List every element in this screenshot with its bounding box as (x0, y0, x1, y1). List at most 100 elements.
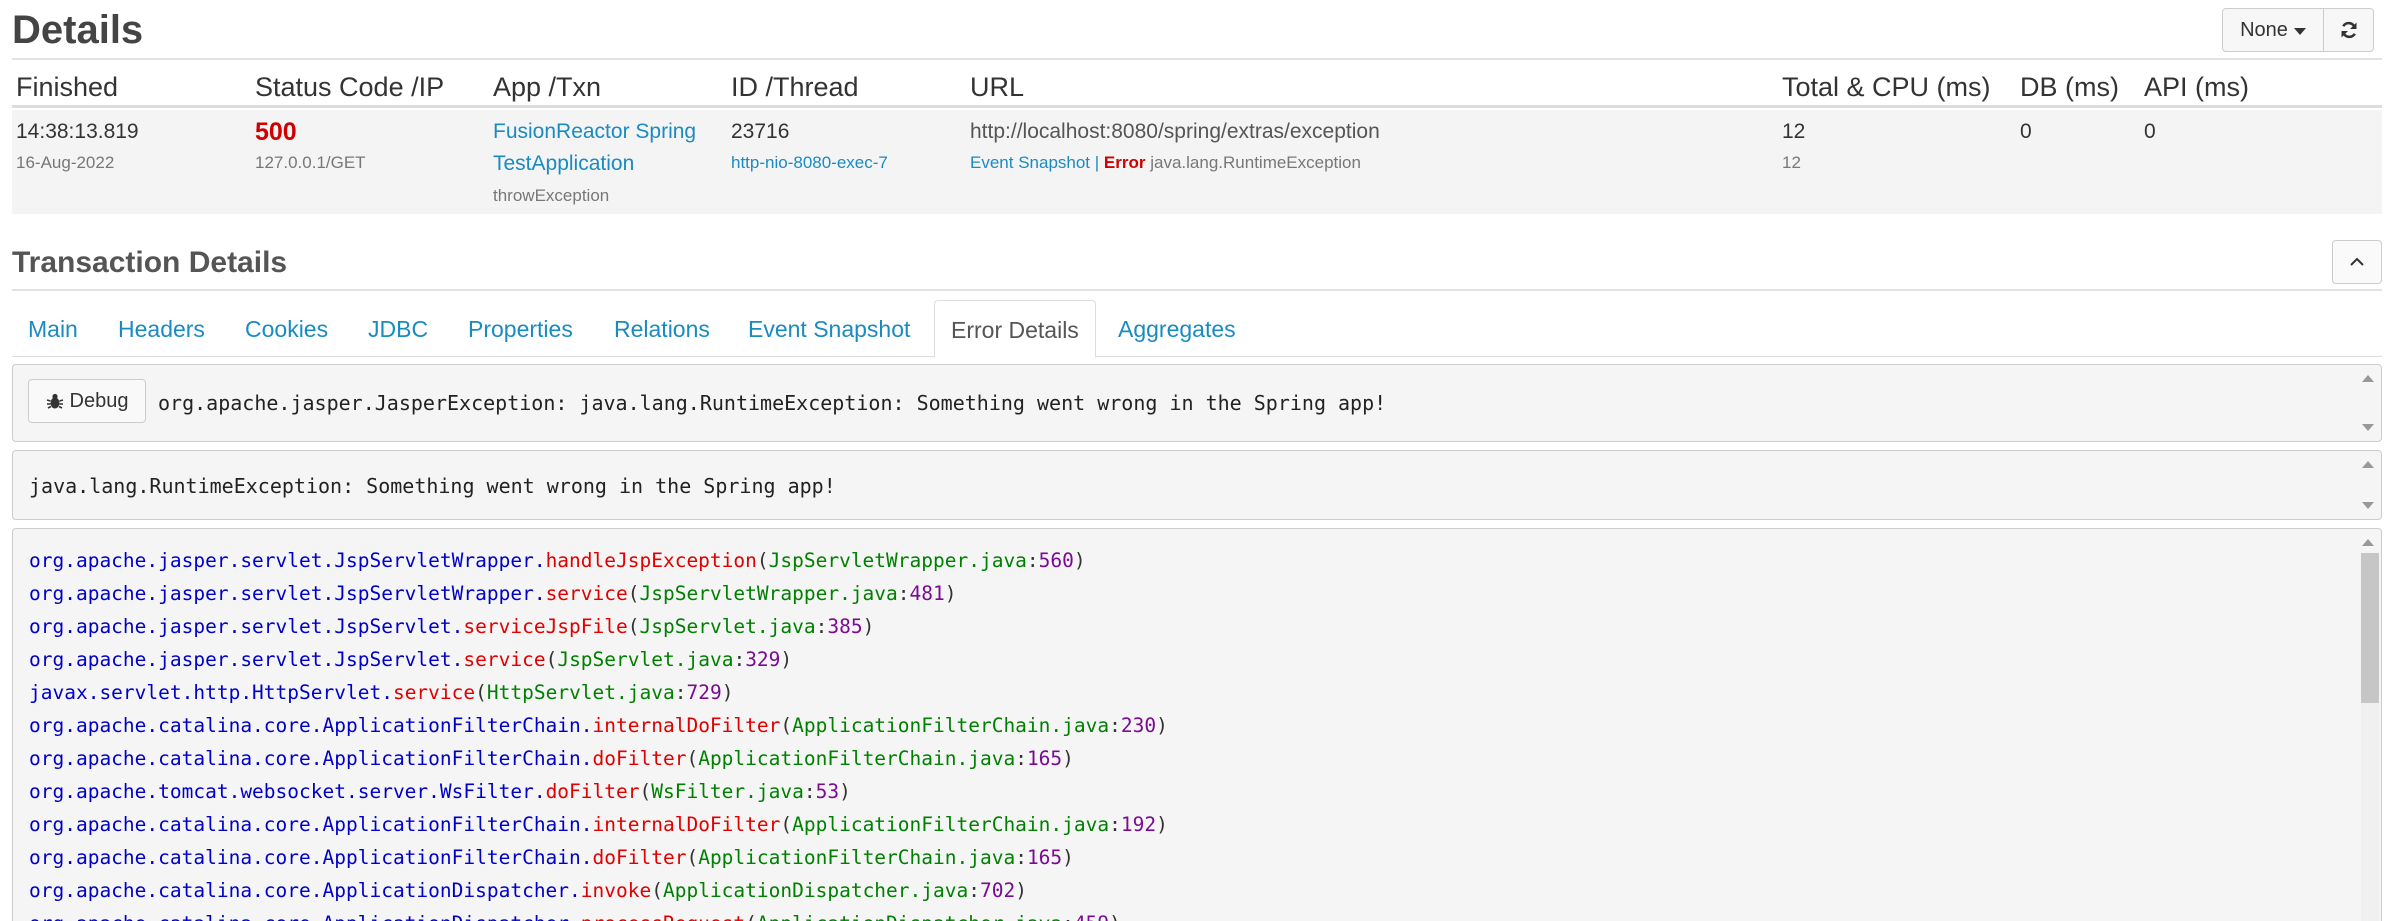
trace-line-number: 459 (1074, 912, 1109, 921)
trace-file: JspServletWrapper.java (768, 549, 1027, 572)
trace-file: ApplicationDispatcher.java (757, 912, 1062, 921)
trace-class: org.apache.catalina.core.ApplicationFilt… (29, 714, 593, 737)
scrollbar-thumb[interactable] (2361, 553, 2379, 703)
trace-class: org.apache.catalina.core.ApplicationFilt… (29, 813, 593, 836)
trace-class: org.apache.jasper.servlet.JspServlet. (29, 615, 464, 638)
trace-line-number: 53 (815, 780, 840, 803)
trace-line-number: 329 (745, 648, 781, 671)
finished-time: 14:38:13.819 (16, 120, 139, 143)
debug-button[interactable]: Debug (28, 379, 146, 423)
trace-paren-close: ) (780, 648, 793, 671)
tab-aggregates[interactable]: Aggregates (1102, 300, 1252, 357)
trace-class: org.apache.catalina.core.ApplicationDisp… (29, 912, 581, 921)
tab-jdbc[interactable]: JDBC (352, 300, 444, 357)
error-class: java.lang.RuntimeException (1150, 153, 1361, 172)
trace-line-number: 165 (1026, 846, 1063, 869)
event-snapshot-link[interactable]: Event Snapshot (970, 153, 1090, 172)
scroll-up-icon[interactable] (2362, 375, 2374, 382)
scroll-up-icon[interactable] (2362, 539, 2374, 546)
trace-class: org.apache.jasper.servlet.JspServlet. (29, 648, 464, 671)
trace-paren-close: ) (721, 681, 734, 704)
trace-class: org.apache.catalina.core.ApplicationFilt… (29, 846, 593, 869)
header-button-group: None (2222, 8, 2374, 52)
tab-cookies[interactable]: Cookies (229, 300, 344, 357)
trace-method: internalDoFilter (592, 813, 781, 836)
trace-colon: : (815, 615, 828, 638)
collapse-button[interactable] (2332, 240, 2382, 284)
trace-file: ApplicationFilterChain.java (792, 714, 1110, 737)
trace-class: org.apache.catalina.core.ApplicationDisp… (29, 879, 581, 902)
col-api: API (ms) (2144, 72, 2249, 102)
trace-paren-close: ) (1015, 879, 1027, 902)
stack-trace-line: org.apache.catalina.core.ApplicationDisp… (29, 907, 1168, 921)
total-ms: 12 (1782, 120, 1806, 143)
url-subline: Event Snapshot | Error java.lang.Runtime… (970, 153, 1361, 173)
trace-paren-close: ) (862, 615, 875, 638)
col-total-cpu: Total & CPU (ms) (1782, 72, 1991, 102)
summary-table-header: Finished Status Code /IP App /Txn ID /Th… (12, 64, 2382, 108)
trace-method: doFilter (545, 780, 640, 803)
trace-method: doFilter (592, 846, 687, 869)
refresh-button[interactable] (2324, 8, 2374, 52)
trace-paren-close: ) (1156, 813, 1168, 836)
transaction-details-title: Transaction Details (12, 246, 288, 279)
trace-class: javax.servlet.http.HttpServlet. (29, 681, 393, 704)
tab-error-details[interactable]: Error Details (934, 300, 1096, 358)
scroll-down-icon[interactable] (2362, 424, 2374, 431)
trace-method: service (463, 648, 546, 671)
client-ip: 127.0.0.1/GET (255, 153, 366, 172)
cause-message: java.lang.RuntimeException: Something we… (29, 474, 836, 498)
trace-line-number: 729 (686, 681, 722, 704)
trace-class: org.apache.catalina.core.ApplicationFilt… (29, 747, 593, 770)
trace-class: org.apache.jasper.servlet.JspServletWrap… (29, 549, 546, 572)
trace-colon: : (1062, 912, 1074, 921)
scroll-down-icon[interactable] (2362, 502, 2374, 509)
trace-colon: : (733, 648, 746, 671)
trace-method: service (392, 681, 476, 704)
stack-trace-line: org.apache.catalina.core.ApplicationFilt… (29, 742, 1168, 775)
trace-file: WsFilter.java (651, 780, 804, 803)
filter-none-dropdown[interactable]: None (2222, 8, 2324, 52)
trace-paren-open: ( (686, 846, 699, 869)
trace-paren-close: ) (839, 780, 851, 803)
trace-paren-open: ( (756, 549, 769, 572)
trace-paren-close: ) (944, 582, 957, 605)
trace-paren-open: ( (475, 681, 487, 704)
scrollbar[interactable] (2361, 553, 2379, 921)
trace-class: org.apache.tomcat.websocket.server.WsFil… (29, 780, 546, 803)
summary-table-row: 14:38:13.819 16-Aug-2022 500 127.0.0.1/G… (12, 110, 2382, 214)
trace-method: doFilter (592, 747, 687, 770)
thread-link[interactable]: http-nio-8080-exec-7 (731, 153, 888, 173)
stack-trace-line: org.apache.tomcat.websocket.server.WsFil… (29, 775, 1168, 808)
trace-paren-open: ( (639, 780, 652, 803)
tab-event-snapshot[interactable]: Event Snapshot (732, 300, 926, 357)
trace-colon: : (1026, 549, 1039, 572)
tab-main[interactable]: Main (12, 300, 94, 357)
tab-relations[interactable]: Relations (598, 300, 726, 357)
error-label-link[interactable]: Error (1104, 153, 1146, 172)
trace-method: serviceJspFile (463, 615, 628, 638)
stack-trace-line: org.apache.jasper.servlet.JspServletWrap… (29, 577, 1168, 610)
tab-properties[interactable]: Properties (452, 300, 589, 357)
trace-method: invoke (580, 879, 652, 902)
trace-method: internalDoFilter (592, 714, 781, 737)
stack-trace-line: org.apache.catalina.core.ApplicationDisp… (29, 874, 1168, 907)
txn-name-link[interactable]: TestApplication (493, 152, 634, 176)
trace-file: ApplicationFilterChain.java (698, 846, 1016, 869)
stack-trace-line: org.apache.jasper.servlet.JspServlet.ser… (29, 643, 1168, 676)
trace-paren-open: ( (651, 879, 663, 902)
trace-paren-open: ( (686, 747, 699, 770)
scroll-up-icon[interactable] (2362, 461, 2374, 468)
stack-trace-line: org.apache.jasper.servlet.JspServletWrap… (29, 544, 1168, 577)
trace-line-number: 385 (827, 615, 863, 638)
trace-file: ApplicationFilterChain.java (698, 747, 1016, 770)
col-db: DB (ms) (2020, 72, 2119, 102)
trace-file: JspServlet.java (639, 615, 816, 638)
trace-paren-close: ) (1062, 747, 1074, 770)
tab-headers[interactable]: Headers (102, 300, 221, 357)
chevron-up-icon (2350, 257, 2364, 266)
trace-line-number: 192 (1120, 813, 1157, 836)
app-name-link[interactable]: FusionReactor Spring (493, 120, 696, 144)
bug-icon (46, 393, 63, 409)
col-url: URL (970, 72, 1025, 102)
